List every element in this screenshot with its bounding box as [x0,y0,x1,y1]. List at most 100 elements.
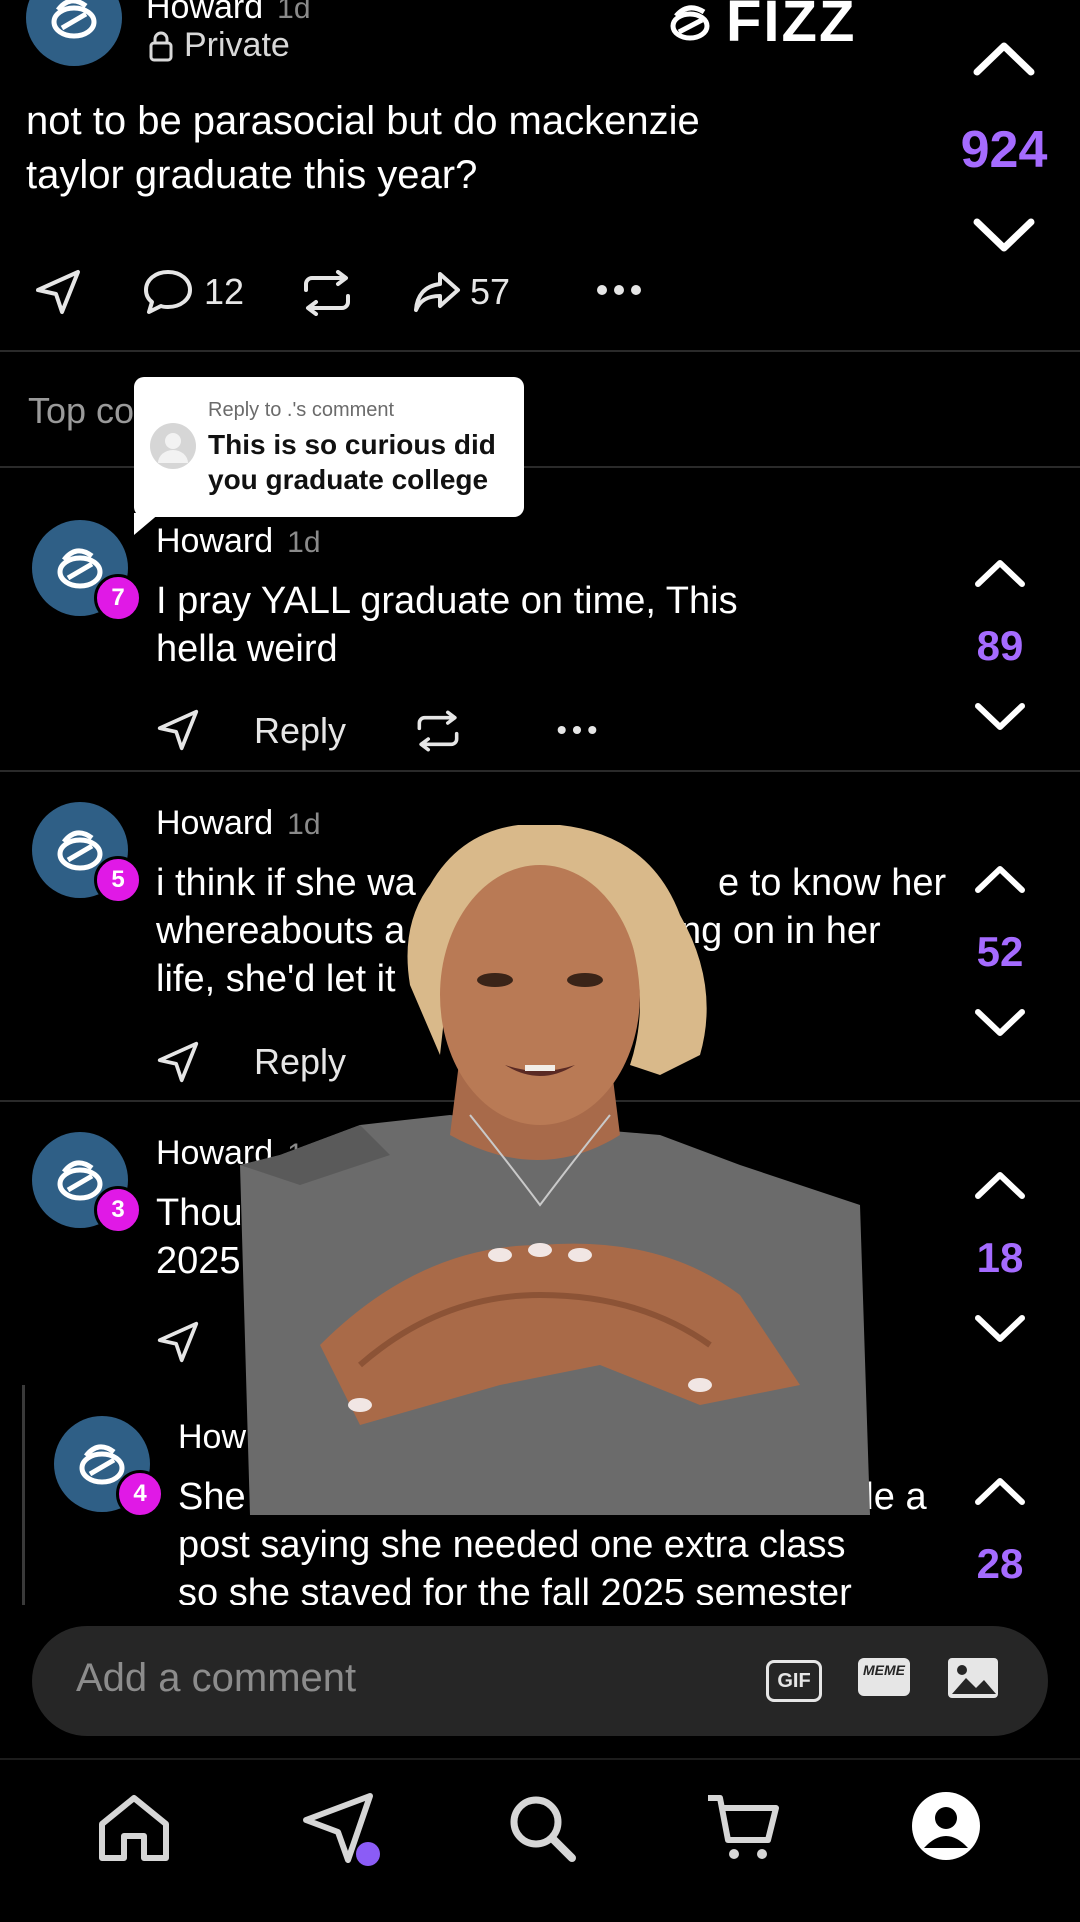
meme-button[interactable]: MEME [858,1658,910,1696]
send-icon [157,1321,199,1363]
comment-repost-button[interactable] [414,710,462,757]
reply-card-line: This is so curious did [208,429,496,460]
comment-reply-button[interactable]: Reply [254,710,346,752]
karma-badge: 4 [116,1470,164,1518]
comment-author: Howard [156,522,274,560]
sort-label[interactable]: Top co [28,390,134,432]
comment-author: How [178,1418,247,1456]
karma-badge: 5 [94,856,142,904]
search-icon [510,1796,576,1862]
divider [0,350,1080,352]
post-repost-button[interactable] [300,270,354,321]
nav-home[interactable] [96,1792,172,1869]
post-text-line: not to be parasocial but do mackenzie [26,99,700,143]
post-share-button[interactable]: 57 [412,268,510,316]
profile-icon [912,1792,980,1860]
comment-upvote-button[interactable] [972,862,1028,901]
send-icon [157,1041,199,1083]
chevron-up-icon [975,1172,1025,1199]
comment-upvote-button[interactable] [972,1474,1028,1513]
chevron-down-icon [973,218,1035,252]
chevron-up-icon [975,1478,1025,1505]
reply-card-line: you graduate college [208,464,489,495]
comment-header: Howard 1d [156,522,321,561]
image-icon [948,1658,998,1698]
comment-upvote-button[interactable] [972,556,1028,595]
comment-avatar[interactable]: 3 [32,1132,142,1234]
comment-composer[interactable]: Add a comment GIF MEME [32,1626,1048,1736]
send-icon [36,270,80,314]
meme-label: MEME [863,1662,905,1678]
post-author-header: Howard 1d [146,0,311,27]
comment-vote-count: 89 [976,622,1024,669]
nav-search[interactable] [506,1792,578,1869]
comment-vote-count: 18 [976,1234,1024,1281]
shares-count: 57 [470,271,511,312]
gif-button[interactable]: GIF [766,1660,822,1702]
divider [0,770,1080,772]
post-vote-count: 924 [960,121,1048,179]
comments-count: 12 [204,271,245,312]
post-privacy: Private [148,26,290,65]
comment-body: I pray YALL graduate on time, This hella… [156,577,738,673]
lock-icon [149,31,173,61]
comment-line: I pray YALL graduate on time, This [156,580,738,622]
comment-send-button[interactable] [156,1320,200,1369]
nav-send[interactable] [300,1790,384,1873]
chevron-up-icon [975,560,1025,587]
comment-line: post saying she needed one extra class [178,1524,846,1566]
comment-avatar[interactable]: 7 [32,520,142,622]
chevron-down-icon [975,1315,1025,1342]
comment-avatar[interactable]: 4 [54,1416,164,1518]
bottom-nav [0,1758,1080,1922]
reply-card-title: Reply to .'s comment [208,399,395,421]
brand-logo: FIZZ [664,0,856,55]
send-icon [157,709,199,751]
reply-card-text: This is so curious did you graduate coll… [208,427,496,497]
karma-badge: 7 [94,574,142,622]
comment-downvote-button[interactable] [972,1312,1028,1351]
comment-time: 1d [287,526,321,559]
more-dots-icon [597,285,641,295]
post-upvote-button[interactable] [954,38,1054,83]
post-comments-button[interactable]: 12 [142,268,244,316]
creator-video-overlay [240,823,870,1515]
comment-vote-count: 28 [976,1540,1024,1587]
comment-header: How [178,1418,246,1457]
post-text-line: taylor graduate this year? [26,153,478,197]
comment-more-button[interactable] [556,712,598,753]
reply-to-comment-card: Reply to .'s comment This is so curious … [134,377,524,535]
comment-avatar[interactable]: 5 [32,802,142,904]
comment-upvote-button[interactable] [972,1168,1028,1207]
comment-downvote-button[interactable] [972,700,1028,739]
comment-input[interactable]: Add a comment [76,1656,356,1701]
fizz-bee-icon [51,0,97,39]
send-icon [303,1793,380,1866]
chevron-down-icon [975,703,1025,730]
post-author-avatar[interactable] [26,0,122,66]
person-cutout-image [240,823,870,1515]
post-send-button[interactable] [34,268,82,321]
post-time: 1d [277,0,311,25]
nav-cart[interactable] [704,1792,780,1869]
comment-line: hella weird [156,628,338,670]
home-icon [99,1795,169,1861]
post-more-button[interactable] [596,270,642,321]
post-author-name: Howard [146,0,264,26]
thread-line [22,1385,25,1605]
default-user-icon [158,433,188,463]
repost-icon [417,710,459,752]
comment-line: so she staved for the fall 2025 semester [178,1572,852,1605]
chevron-up-icon [973,42,1035,76]
nav-profile[interactable] [910,1790,982,1867]
post-downvote-button[interactable] [954,216,1054,261]
cart-icon [708,1795,779,1859]
comment-bubble-icon [144,270,192,314]
post-body: not to be parasocial but do mackenzie ta… [26,94,700,202]
comment-downvote-button[interactable] [972,1006,1028,1045]
comment-send-button[interactable] [156,708,200,757]
brand-name: FIZZ [726,0,857,54]
comment-send-button[interactable] [156,1040,200,1089]
image-upload-button[interactable] [946,1656,1000,1705]
comment-vote-count: 52 [976,928,1024,975]
